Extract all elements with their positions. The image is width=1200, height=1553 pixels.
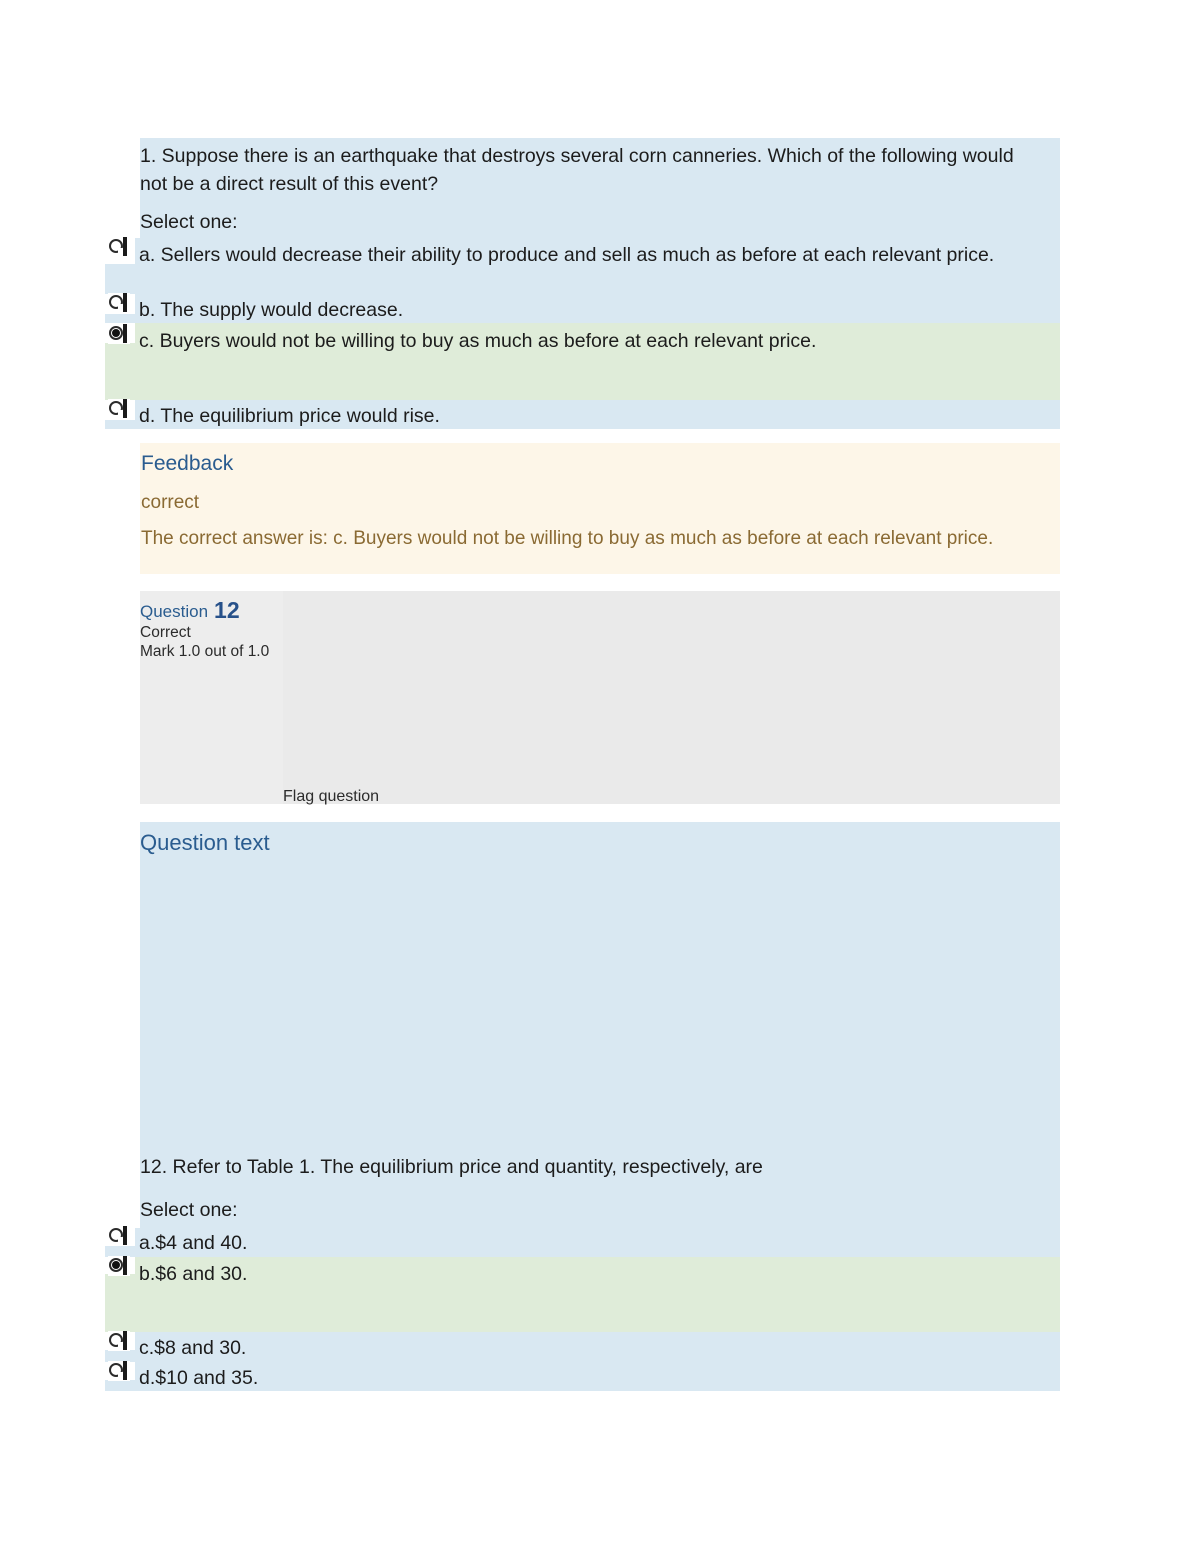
radio-bar-icon (123, 1331, 127, 1350)
question12-question-text-heading: Question text (140, 830, 270, 855)
question12-header-state: Correct (140, 624, 191, 641)
question12-option-c-label[interactable]: c.$8 and 30. (139, 1334, 1019, 1362)
question1-feedback-verdict: correct (141, 492, 200, 513)
question1-select-one-label: Select one: (140, 211, 238, 233)
question12-header-number: 12 (214, 597, 240, 623)
question1-option-a-label[interactable]: a. Sellers would decrease their ability … (139, 241, 1019, 269)
radio-bar-icon (123, 293, 127, 312)
question1-option-c-radio[interactable] (108, 324, 130, 344)
question12-option-b-label[interactable]: b.$6 and 30. (139, 1260, 1019, 1288)
question12-option-d-radio[interactable] (108, 1361, 130, 1381)
question12-option-a-label[interactable]: a.$4 and 40. (139, 1229, 1019, 1257)
question12-stem: 12. Refer to Table 1. The equilibrium pr… (140, 1156, 763, 1178)
question12-option-b-radio[interactable] (108, 1256, 130, 1276)
radio-bar-icon (123, 1226, 127, 1245)
question1-option-a-radio[interactable] (108, 237, 130, 257)
question1-option-c-label[interactable]: c. Buyers would not be willing to buy as… (139, 327, 1019, 355)
question12-flag-question-button[interactable]: Flag question (283, 786, 543, 807)
question12-header-mark: Mark 1.0 out of 1.0 (140, 643, 270, 660)
question1-option-d-radio[interactable] (108, 399, 130, 419)
radio-dot-icon (112, 329, 120, 337)
question1-feedback-correct-answer: The correct answer is: c. Buyers would n… (141, 528, 994, 549)
question12-option-c-radio[interactable] (108, 1331, 130, 1351)
question12-header-info: Question 12 (140, 598, 400, 624)
question12-header-label: Question (140, 602, 209, 621)
question12-option-d-label[interactable]: d.$10 and 35. (139, 1364, 1019, 1392)
question1-option-d-label[interactable]: d. The equilibrium price would rise. (139, 402, 1019, 430)
radio-bar-icon (123, 399, 127, 418)
radio-bar-icon (123, 1256, 127, 1275)
question1-feedback-title: Feedback (141, 452, 234, 475)
radio-bar-icon (123, 1361, 127, 1380)
question12-option-a-radio[interactable] (108, 1226, 130, 1246)
radio-bar-icon (123, 237, 127, 256)
radio-bar-icon (123, 324, 127, 343)
question12-body-background (140, 822, 1060, 1183)
radio-dot-icon (112, 1261, 120, 1269)
question12-select-one-label-text: Select one: (140, 1199, 238, 1221)
question1-option-b-label[interactable]: b. The supply would decrease. (139, 296, 1019, 324)
question1-option-b-radio[interactable] (108, 293, 130, 313)
question1-stem: 1. Suppose there is an earthquake that d… (140, 145, 1014, 195)
